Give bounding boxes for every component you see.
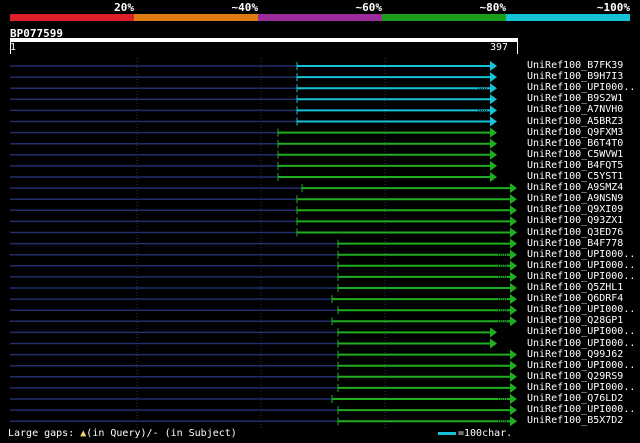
hit-label[interactable]: UniRef100_A9NSN9 (527, 193, 623, 204)
hit-label[interactable]: UniRef100_UPI000.. (527, 304, 635, 315)
hit-label[interactable]: UniRef100_Q3ED76 (527, 227, 623, 238)
hit-label[interactable]: UniRef100_A7NVH0 (527, 104, 623, 115)
hit-arrow-icon (490, 116, 497, 127)
hit-label[interactable]: UniRef100_B4F778 (527, 238, 623, 249)
hit-arrow-icon (510, 316, 517, 327)
hit-arrow-icon (510, 394, 517, 404)
hit-label[interactable]: UniRef100_B7FK39 (527, 60, 623, 71)
hit-label[interactable]: UniRef100_UPI000.. (527, 271, 635, 282)
hit-label[interactable]: UniRef100_UPI000.. (527, 360, 635, 371)
hit-arrow-icon (490, 338, 497, 349)
hit-arrow-icon (490, 61, 497, 71)
hit-label[interactable]: UniRef100_Q99J62 (527, 349, 623, 360)
hit-arrow-icon (490, 160, 497, 171)
hit-label[interactable]: UniRef100_UPI000.. (527, 404, 635, 415)
hit-label[interactable]: UniRef100_A9SMZ4 (527, 182, 623, 193)
gaps-description: (in Query)/- (in Subject) (86, 428, 237, 439)
hit-label[interactable]: UniRef100_UPI000.. (527, 82, 635, 93)
hit-label[interactable]: UniRef100_Q28GP1 (527, 315, 623, 326)
hit-arrow-icon (510, 382, 517, 393)
hit-arrow-icon (510, 294, 517, 305)
hit-arrow-icon (510, 271, 517, 282)
hit-arrow-icon (510, 227, 517, 238)
hit-arrow-icon (490, 149, 497, 160)
hit-arrow-icon (490, 105, 497, 116)
hit-arrow-icon (490, 72, 497, 83)
hit-label[interactable]: UniRef100_B9S2W1 (527, 93, 623, 104)
hit-arrow-icon (510, 238, 517, 249)
hit-label[interactable]: UniRef100_Q5ZHL1 (527, 282, 623, 293)
hit-arrow-icon (510, 205, 517, 216)
hit-arrow-icon (490, 94, 497, 105)
hit-arrow-icon (490, 83, 497, 94)
hit-arrow-icon (510, 305, 517, 316)
hit-label[interactable]: UniRef100_Q76LD2 (527, 393, 623, 404)
hit-label[interactable]: UniRef100_B6T4T0 (527, 138, 623, 149)
scale-legend: =100char. (438, 428, 512, 439)
hit-label[interactable]: UniRef100_UPI000.. (527, 260, 635, 271)
hit-arrow-icon (510, 283, 517, 293)
hit-label[interactable]: UniRef100_Q6DRF4 (527, 293, 623, 304)
hit-label[interactable]: UniRef100_A5BRZ3 (527, 116, 623, 127)
hit-label[interactable]: UniRef100_C5WVW1 (527, 149, 623, 160)
hit-arrow-icon (490, 172, 497, 182)
hit-arrow-icon (490, 127, 497, 138)
hit-label[interactable]: UniRef100_Q29RS9 (527, 371, 623, 382)
hit-arrow-icon (510, 194, 517, 205)
scale-text: =100char. (458, 428, 513, 439)
hit-label[interactable]: UniRef100_Q93ZX1 (527, 215, 623, 226)
large-gaps-legend: Large gaps: ▲(in Query)/- (in Subject) (8, 428, 237, 439)
hit-arrow-icon (510, 216, 517, 227)
hit-arrow-icon (510, 371, 517, 382)
hit-arrow-icon (490, 327, 497, 338)
hit-arrow-icon (510, 349, 517, 360)
hit-arrow-icon (510, 360, 517, 371)
gaps-label: Large gaps: (8, 428, 75, 439)
hit-label[interactable]: UniRef100_B9H7I3 (527, 71, 623, 82)
hit-label[interactable]: UniRef100_UPI000.. (527, 382, 635, 393)
hit-arrow-icon (510, 416, 517, 427)
hit-arrow-icon (510, 249, 517, 260)
hit-arrow-icon (510, 260, 517, 271)
hit-label[interactable]: UniRef100_UPI000.. (527, 326, 635, 337)
hit-arrow-icon (510, 183, 517, 194)
hit-arrow-icon (490, 138, 497, 149)
hit-label[interactable]: UniRef100_UPI000.. (527, 338, 635, 349)
hit-label[interactable]: UniRef100_B4FQT5 (527, 160, 623, 171)
hit-label[interactable]: UniRef100_UPI000.. (527, 249, 635, 260)
scale-swatch (438, 431, 456, 435)
hit-label[interactable]: UniRef100_B5X7D2 (527, 415, 623, 426)
hit-arrow-icon (510, 405, 517, 416)
hit-label[interactable]: UniRef100_C5YST1 (527, 171, 623, 182)
hit-label[interactable]: UniRef100_Q9FXM3 (527, 127, 623, 138)
hit-label[interactable]: UniRef100_Q9XI09 (527, 204, 623, 215)
